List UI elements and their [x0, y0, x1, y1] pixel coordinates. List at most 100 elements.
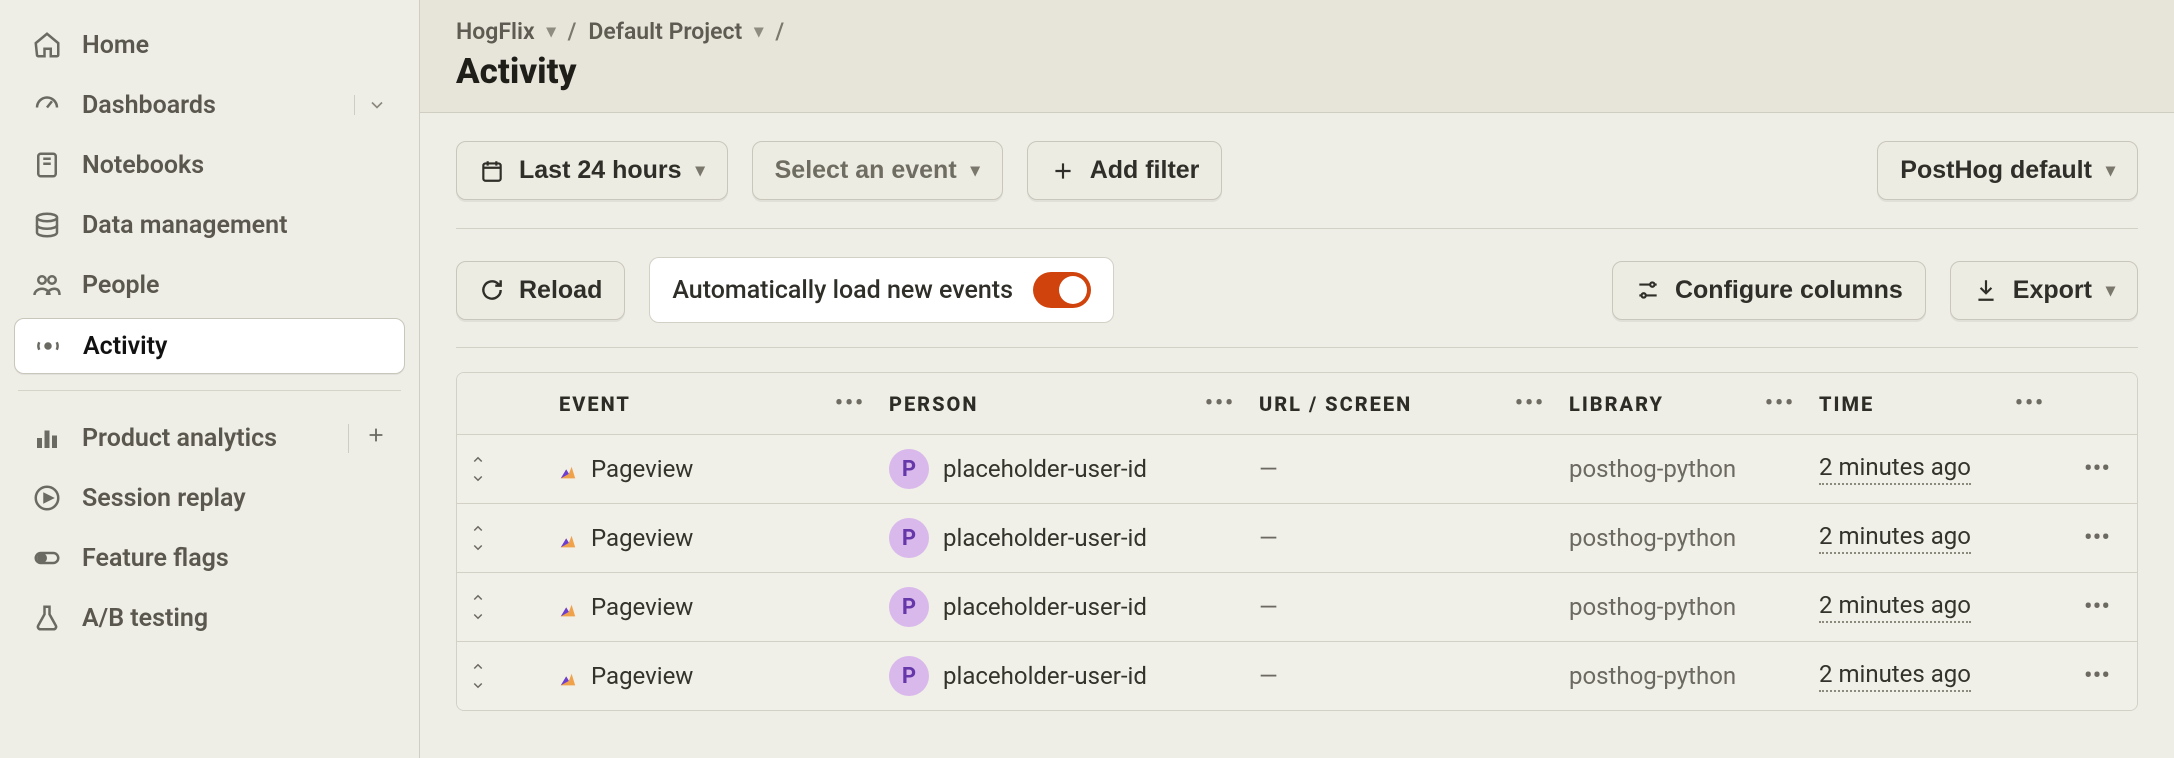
sidebar-item-session-replay[interactable]: Session replay — [14, 471, 405, 525]
sidebar-item-label: Activity — [83, 332, 167, 361]
time-range-selector[interactable]: Last 24 hours ▾ — [456, 141, 728, 200]
row-actions[interactable]: ••• — [2057, 509, 2137, 567]
download-icon — [1973, 277, 1999, 303]
pageview-icon — [559, 529, 577, 547]
table-row[interactable]: Pageview P placeholder-user-id — posthog… — [457, 504, 2137, 573]
th-event[interactable]: EVENT ••• — [547, 373, 877, 434]
avatar: P — [889, 518, 929, 558]
person-id: placeholder-user-id — [943, 455, 1147, 483]
row-expander[interactable] — [457, 437, 547, 501]
event-name: Pageview — [591, 524, 693, 552]
column-menu-icon[interactable]: ••• — [1515, 391, 1545, 416]
sidebar-item-product-analytics[interactable]: Product analytics — [14, 411, 405, 465]
row-expander[interactable] — [457, 575, 547, 639]
columns-preset-selector[interactable]: PostHog default ▾ — [1877, 141, 2138, 200]
sidebar-item-label: Home — [82, 31, 149, 60]
th-person[interactable]: PERSON ••• — [877, 373, 1247, 434]
sidebar-item-data-management[interactable]: Data management — [14, 198, 405, 252]
table-header: EVENT ••• PERSON ••• URL / SCREEN ••• LI… — [457, 373, 2137, 435]
cell-url: — — [1247, 579, 1557, 635]
plus-icon[interactable] — [348, 424, 387, 453]
avatar: P — [889, 449, 929, 489]
configure-columns-button[interactable]: Configure columns — [1612, 261, 1926, 320]
th-time[interactable]: TIME ••• — [1807, 373, 2057, 434]
cell-event: Pageview — [547, 648, 877, 704]
sidebar: Home Dashboards Notebooks Data managemen… — [0, 0, 420, 758]
table-body: Pageview P placeholder-user-id — posthog… — [457, 435, 2137, 710]
sidebar-item-dashboards[interactable]: Dashboards — [14, 78, 405, 132]
sidebar-item-label: Product analytics — [82, 424, 277, 453]
table-row[interactable]: Pageview P placeholder-user-id — posthog… — [457, 642, 2137, 710]
event-name: Pageview — [591, 662, 693, 690]
columns-preset-label: PostHog default — [1900, 156, 2092, 185]
calendar-icon — [479, 158, 505, 184]
row-expander[interactable] — [457, 644, 547, 708]
people-icon — [32, 270, 62, 300]
autoload-toggle[interactable] — [1033, 272, 1091, 308]
chevron-down-icon[interactable]: ▾ — [754, 21, 763, 42]
reload-button[interactable]: Reload — [456, 261, 625, 320]
cell-event: Pageview — [547, 441, 877, 497]
cell-url: — — [1247, 510, 1557, 566]
replay-icon — [32, 483, 62, 513]
row-actions[interactable]: ••• — [2057, 647, 2137, 705]
add-filter-button[interactable]: Add filter — [1027, 141, 1223, 200]
content: Last 24 hours ▾ Select an event ▾ Add fi… — [420, 113, 2174, 739]
row-actions[interactable]: ••• — [2057, 440, 2137, 498]
pageview-icon — [559, 667, 577, 685]
sidebar-item-notebooks[interactable]: Notebooks — [14, 138, 405, 192]
row-actions[interactable]: ••• — [2057, 578, 2137, 636]
sidebar-item-ab-testing[interactable]: A/B testing — [14, 591, 405, 645]
cell-person[interactable]: P placeholder-user-id — [877, 642, 1247, 710]
cell-person[interactable]: P placeholder-user-id — [877, 573, 1247, 641]
chevron-down-icon[interactable] — [354, 95, 387, 115]
chevron-down-icon: ▾ — [2106, 160, 2115, 181]
cell-url: — — [1247, 648, 1557, 704]
cell-event: Pageview — [547, 579, 877, 635]
sidebar-item-home[interactable]: Home — [14, 18, 405, 72]
pageview-icon — [559, 460, 577, 478]
cell-time: 2 minutes ago — [1807, 577, 2057, 637]
th-library[interactable]: LIBRARY ••• — [1557, 373, 1807, 434]
export-label: Export — [2013, 276, 2092, 305]
filters-row: Last 24 hours ▾ Select an event ▾ Add fi… — [456, 141, 2138, 200]
sidebar-item-label: Notebooks — [82, 151, 204, 180]
breadcrumb-separator: / — [568, 18, 577, 45]
cell-person[interactable]: P placeholder-user-id — [877, 435, 1247, 503]
chevron-down-icon: ▾ — [2106, 280, 2115, 301]
column-menu-icon[interactable]: ••• — [2015, 391, 2045, 416]
flask-icon — [32, 603, 62, 633]
th-url[interactable]: URL / SCREEN ••• — [1247, 373, 1557, 434]
cell-time: 2 minutes ago — [1807, 508, 2057, 568]
breadcrumb-org[interactable]: HogFlix — [456, 18, 535, 45]
cell-time: 2 minutes ago — [1807, 646, 2057, 706]
event-selector[interactable]: Select an event ▾ — [752, 141, 1003, 200]
cell-library: posthog-python — [1557, 441, 1807, 497]
reload-label: Reload — [519, 276, 602, 305]
breadcrumb-project[interactable]: Default Project — [588, 18, 742, 45]
notebook-icon — [32, 150, 62, 180]
chevron-down-icon[interactable]: ▾ — [547, 21, 556, 42]
events-table: EVENT ••• PERSON ••• URL / SCREEN ••• LI… — [456, 372, 2138, 711]
breadcrumb-separator: / — [775, 18, 784, 45]
person-id: placeholder-user-id — [943, 524, 1147, 552]
sidebar-divider — [18, 390, 401, 391]
topbar: HogFlix ▾ / Default Project ▾ / Activity — [420, 0, 2174, 113]
cell-person[interactable]: P placeholder-user-id — [877, 504, 1247, 572]
column-menu-icon[interactable]: ••• — [1205, 391, 1235, 416]
table-row[interactable]: Pageview P placeholder-user-id — posthog… — [457, 435, 2137, 504]
sidebar-item-activity[interactable]: Activity — [14, 318, 405, 374]
cell-library: posthog-python — [1557, 510, 1807, 566]
sidebar-item-people[interactable]: People — [14, 258, 405, 312]
column-menu-icon[interactable]: ••• — [835, 391, 865, 416]
column-menu-icon[interactable]: ••• — [1765, 391, 1795, 416]
sidebar-item-label: Session replay — [82, 484, 246, 513]
th-expand — [457, 386, 547, 422]
table-row[interactable]: Pageview P placeholder-user-id — posthog… — [457, 573, 2137, 642]
row-expander[interactable] — [457, 506, 547, 570]
autoload-label: Automatically load new events — [672, 276, 1013, 305]
sidebar-item-label: A/B testing — [82, 604, 208, 633]
export-button[interactable]: Export ▾ — [1950, 261, 2138, 320]
time-range-label: Last 24 hours — [519, 156, 682, 185]
sidebar-item-feature-flags[interactable]: Feature flags — [14, 531, 405, 585]
